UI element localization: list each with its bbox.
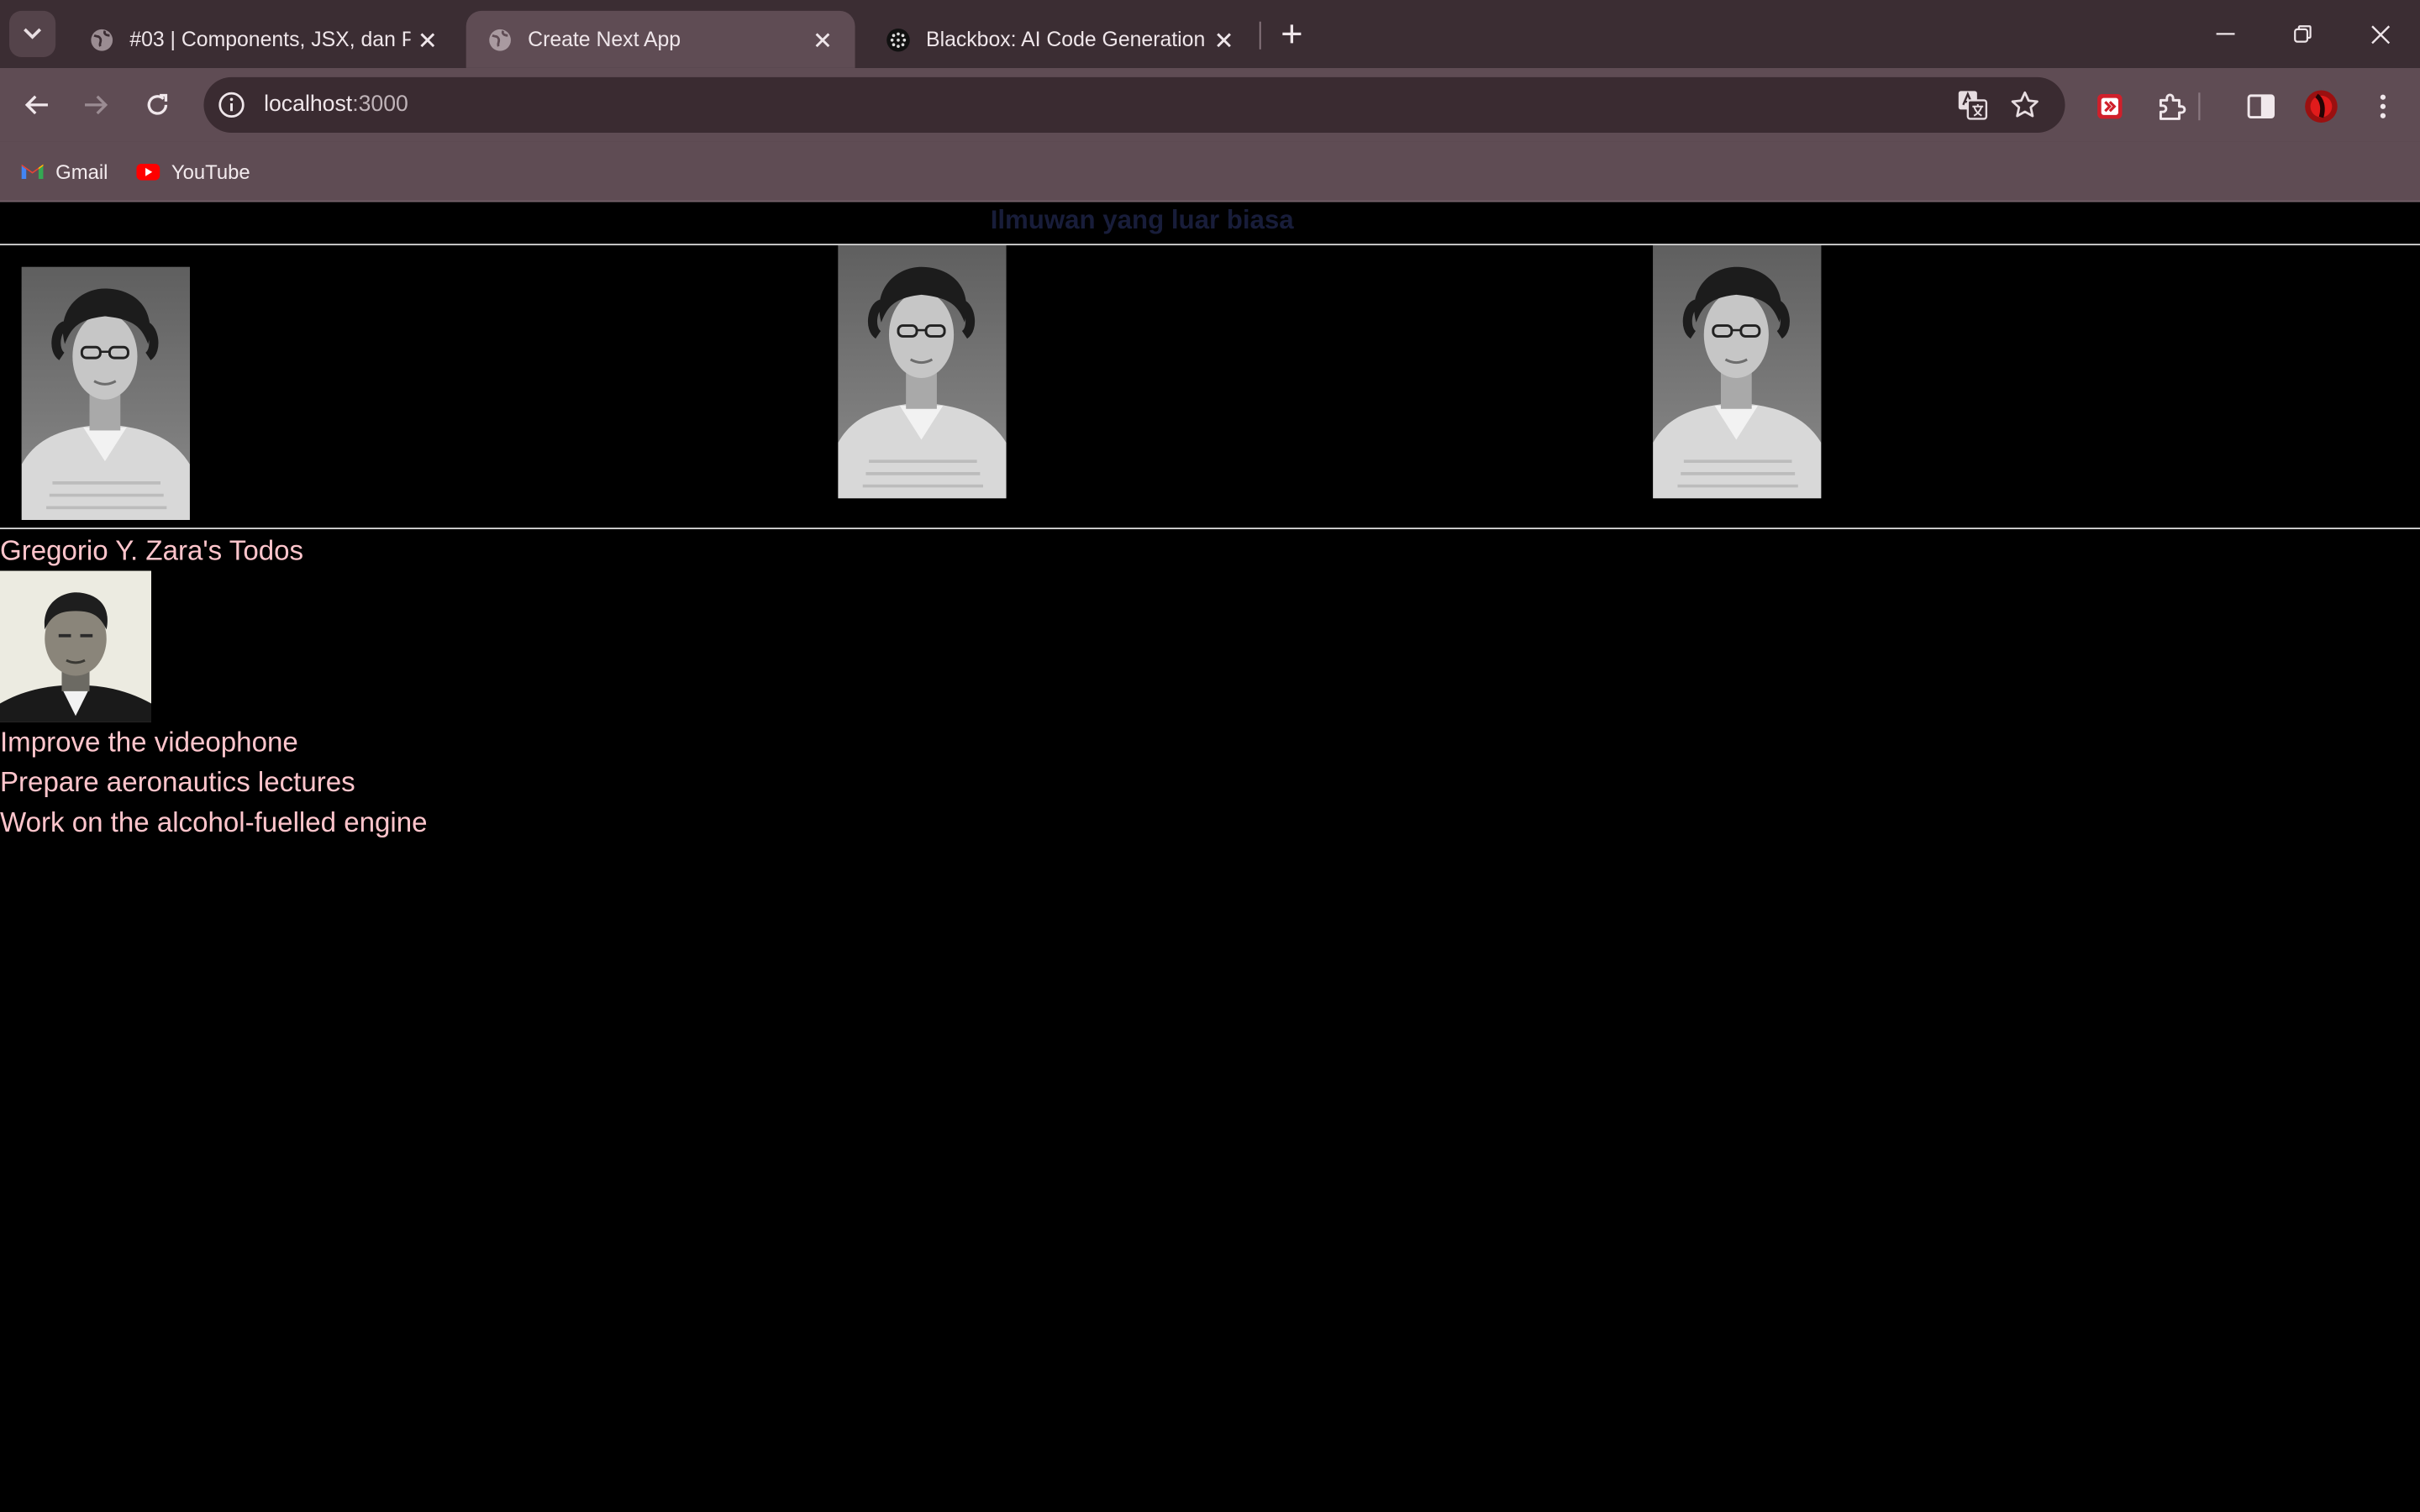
scientist-portrait — [21, 266, 190, 520]
todo-item: Improve the videophone — [0, 727, 298, 758]
scientist-portrait — [1653, 245, 1822, 499]
youtube-icon — [136, 159, 160, 183]
bookmark-star-icon[interactable] — [2007, 87, 2044, 123]
person-avatar — [0, 570, 152, 722]
close-icon[interactable] — [1207, 23, 1240, 56]
side-panel-icon[interactable] — [2243, 88, 2280, 125]
bookmark-label: Gmail — [55, 160, 108, 183]
tab-search-button[interactable] — [9, 10, 56, 57]
reload-button[interactable] — [133, 81, 182, 130]
tab-create-next-app[interactable]: Create Next App — [466, 10, 855, 68]
chevron-down-icon — [24, 28, 42, 39]
back-button[interactable] — [13, 81, 62, 130]
url-port: :3000 — [352, 92, 408, 118]
arrow-left-icon — [24, 95, 48, 115]
tab-components[interactable]: #03 | Components, JSX, dan Pro — [68, 11, 460, 68]
restore-button[interactable] — [2275, 9, 2330, 59]
todo-heading: Gregorio Y. Zara's Todos — [0, 535, 304, 567]
tab-title: Create Next App — [528, 28, 681, 51]
profile-avatar-icon[interactable] — [2302, 88, 2339, 125]
bookmark-gmail[interactable]: Gmail — [20, 155, 108, 188]
tab-title: Blackbox: AI Code Generation, C — [926, 28, 1207, 51]
bookmark-label: YouTube — [171, 160, 250, 183]
toolbar-divider — [2198, 88, 2202, 125]
minimize-button[interactable] — [2198, 9, 2254, 59]
close-icon[interactable] — [806, 23, 839, 56]
site-info-icon[interactable] — [214, 88, 248, 122]
minimize-icon — [2216, 33, 2235, 35]
scientist-portrait — [838, 245, 1007, 499]
tab-separator — [1259, 21, 1261, 50]
restore-icon — [2294, 25, 2312, 43]
extensions-puzzle-icon[interactable] — [2153, 88, 2190, 125]
plus-icon — [1282, 24, 1302, 44]
globe-icon — [90, 27, 114, 51]
globe-icon — [487, 27, 512, 51]
extension-red-icon[interactable] — [2091, 88, 2128, 125]
translate-icon[interactable] — [1954, 87, 1991, 123]
close-icon — [2370, 24, 2390, 44]
gmail-icon — [20, 159, 45, 183]
tab-blackbox[interactable]: Blackbox: AI Code Generation, C — [865, 11, 1257, 68]
url-text[interactable]: localhost:3000 — [264, 92, 408, 117]
new-tab-button[interactable] — [1271, 14, 1312, 55]
page-viewport: Ilmuwan yang luar biasa Gregorio Y. Zara… — [0, 202, 2420, 1512]
tab-title: #03 | Components, JSX, dan Pro — [129, 28, 411, 51]
close-window-button[interactable] — [2352, 9, 2407, 59]
page-title: Ilmuwan yang luar biasa — [990, 205, 1294, 235]
reload-icon — [147, 93, 168, 115]
menu-kebab-icon[interactable] — [2365, 88, 2402, 125]
url-host: localhost — [264, 92, 353, 118]
blackbox-icon — [886, 27, 910, 51]
tab-strip: #03 | Components, JSX, dan Pro Create Ne… — [0, 0, 2420, 68]
forward-button[interactable] — [71, 81, 120, 130]
browser-toolbar: localhost:3000 — [0, 67, 2420, 142]
todo-item: Work on the alcohol-fuelled engine — [0, 806, 428, 838]
address-bar[interactable]: localhost:3000 — [203, 76, 2065, 133]
bookmarks-bar: Gmail YouTube — [0, 141, 2420, 202]
arrow-right-icon — [85, 95, 108, 115]
divider — [0, 528, 2420, 530]
close-icon[interactable] — [411, 23, 445, 56]
divider — [0, 244, 2420, 246]
todo-item: Prepare aeronautics lectures — [0, 766, 355, 798]
bookmark-youtube[interactable]: YouTube — [136, 155, 250, 188]
